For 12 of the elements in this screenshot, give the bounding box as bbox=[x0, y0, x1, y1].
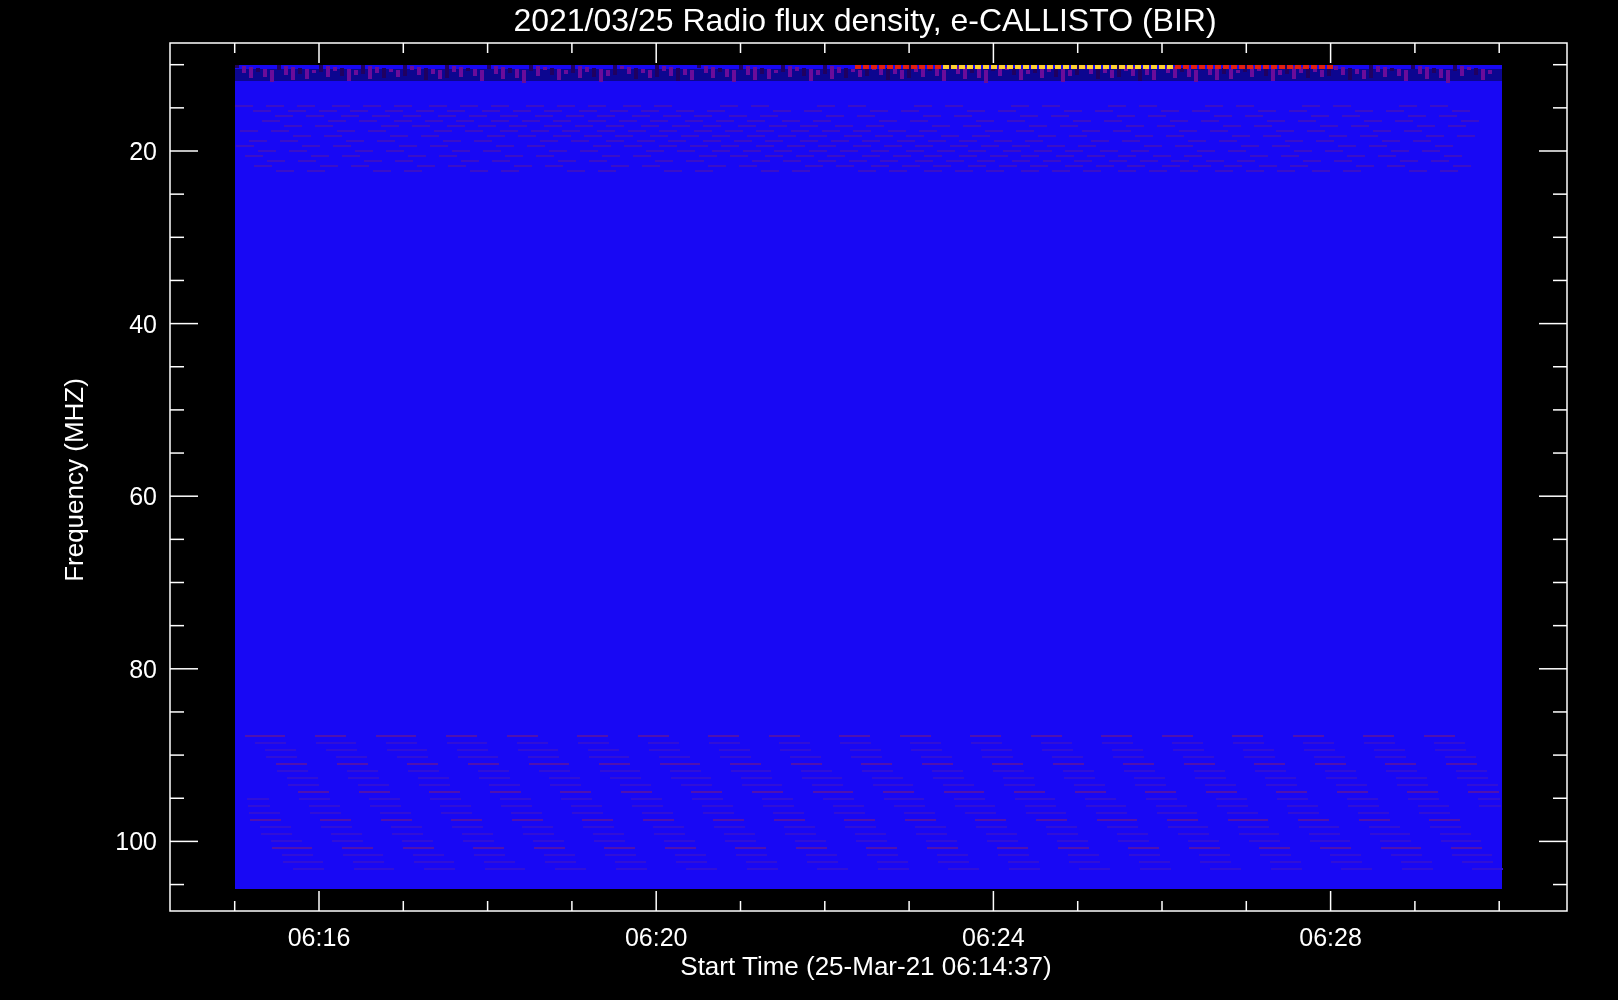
y-tick-label: 20 bbox=[129, 137, 157, 165]
x-axis-label: Start Time (25-Mar-21 06:14:37) bbox=[680, 951, 1052, 981]
y-axis-label: Frequency (MHZ) bbox=[59, 378, 89, 582]
y-tick-label: 100 bbox=[115, 827, 157, 856]
x-tick-label: 06:28 bbox=[1299, 923, 1362, 951]
x-tick-label: 06:20 bbox=[624, 923, 688, 951]
plot-title: 2021/03/25 Radio flux density, e-CALLISTO (BIR) bbox=[513, 2, 1217, 38]
x-tick-label: 06:24 bbox=[962, 923, 1025, 951]
y-tick-label: 80 bbox=[129, 654, 157, 683]
y-tick-label: 40 bbox=[129, 309, 157, 338]
y-tick-label: 60 bbox=[129, 482, 157, 511]
x-tick-label: 06:16 bbox=[287, 923, 351, 951]
